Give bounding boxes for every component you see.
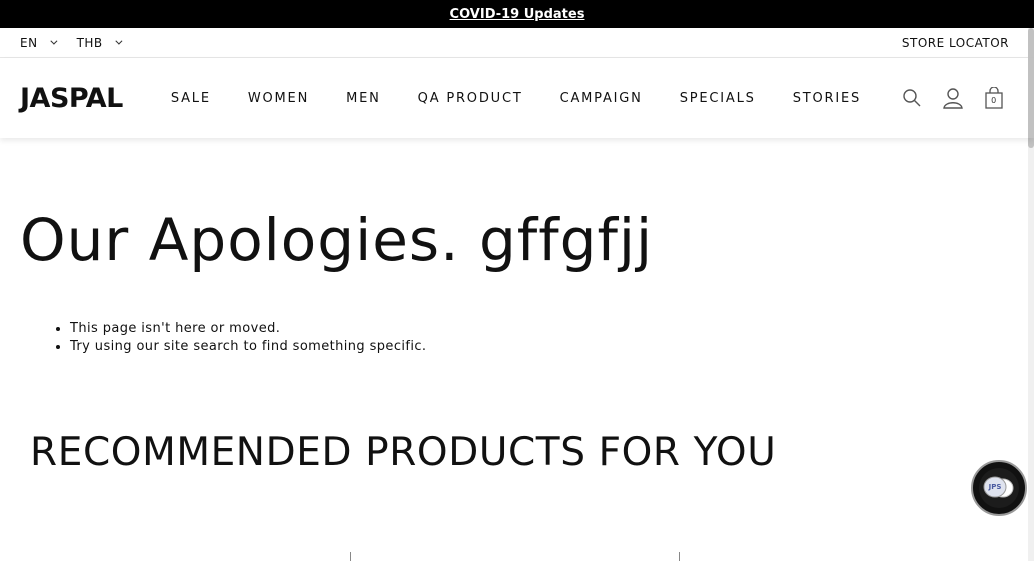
- help-list: This page isn't here or moved. Try using…: [70, 320, 1014, 356]
- currency-selector[interactable]: THB: [76, 35, 123, 50]
- nav-campaign[interactable]: CAMPAIGN: [560, 91, 643, 106]
- search-icon[interactable]: [902, 88, 922, 108]
- main-nav: SALE WOMEN MEN QA PRODUCT CAMPAIGN SPECI…: [171, 91, 898, 106]
- nav-sale[interactable]: SALE: [171, 91, 211, 106]
- chevron-down-icon: [115, 37, 123, 45]
- main-header: JASPAL SALE WOMEN MEN QA PRODUCT CAMPAIG…: [0, 58, 1034, 138]
- chat-bubble-icon: JPS: [983, 476, 1014, 498]
- nav-stories[interactable]: STORIES: [793, 91, 861, 106]
- recommended-heading: RECOMMENDED PRODUCTS FOR YOU: [30, 430, 777, 475]
- announcement-bar: COVID-19 Updates: [0, 0, 1034, 28]
- language-value: EN: [20, 35, 38, 50]
- language-selector[interactable]: EN: [20, 35, 58, 50]
- list-item: This page isn't here or moved.: [70, 320, 1014, 338]
- cart-icon[interactable]: 0: [984, 87, 1004, 109]
- nav-women[interactable]: WOMEN: [248, 91, 309, 106]
- list-item: Try using our site search to find someth…: [70, 338, 1014, 356]
- page-title: Our Apologies. gffgfjj: [20, 206, 654, 274]
- nav-specials[interactable]: SPECIALS: [680, 91, 756, 106]
- nav-men[interactable]: MEN: [346, 91, 381, 106]
- covid-updates-link[interactable]: COVID-19 Updates: [450, 7, 585, 22]
- main-content: Our Apologies. gffgfjj This page isn't h…: [0, 208, 1034, 475]
- cart-count: 0: [991, 96, 997, 105]
- nav-qa-product[interactable]: QA PRODUCT: [418, 91, 523, 106]
- store-locator-link[interactable]: STORE LOCATOR: [902, 36, 1009, 50]
- utility-bar: EN THB STORE LOCATOR: [0, 28, 1034, 58]
- logo[interactable]: JASPAL: [20, 83, 123, 114]
- currency-value: THB: [76, 35, 103, 50]
- chat-label: JPS: [988, 483, 1002, 491]
- product-divider: [679, 552, 680, 561]
- product-divider: [350, 552, 351, 561]
- account-icon[interactable]: [942, 87, 964, 109]
- chevron-down-icon: [49, 37, 58, 45]
- chat-button[interactable]: JPS: [971, 460, 1027, 516]
